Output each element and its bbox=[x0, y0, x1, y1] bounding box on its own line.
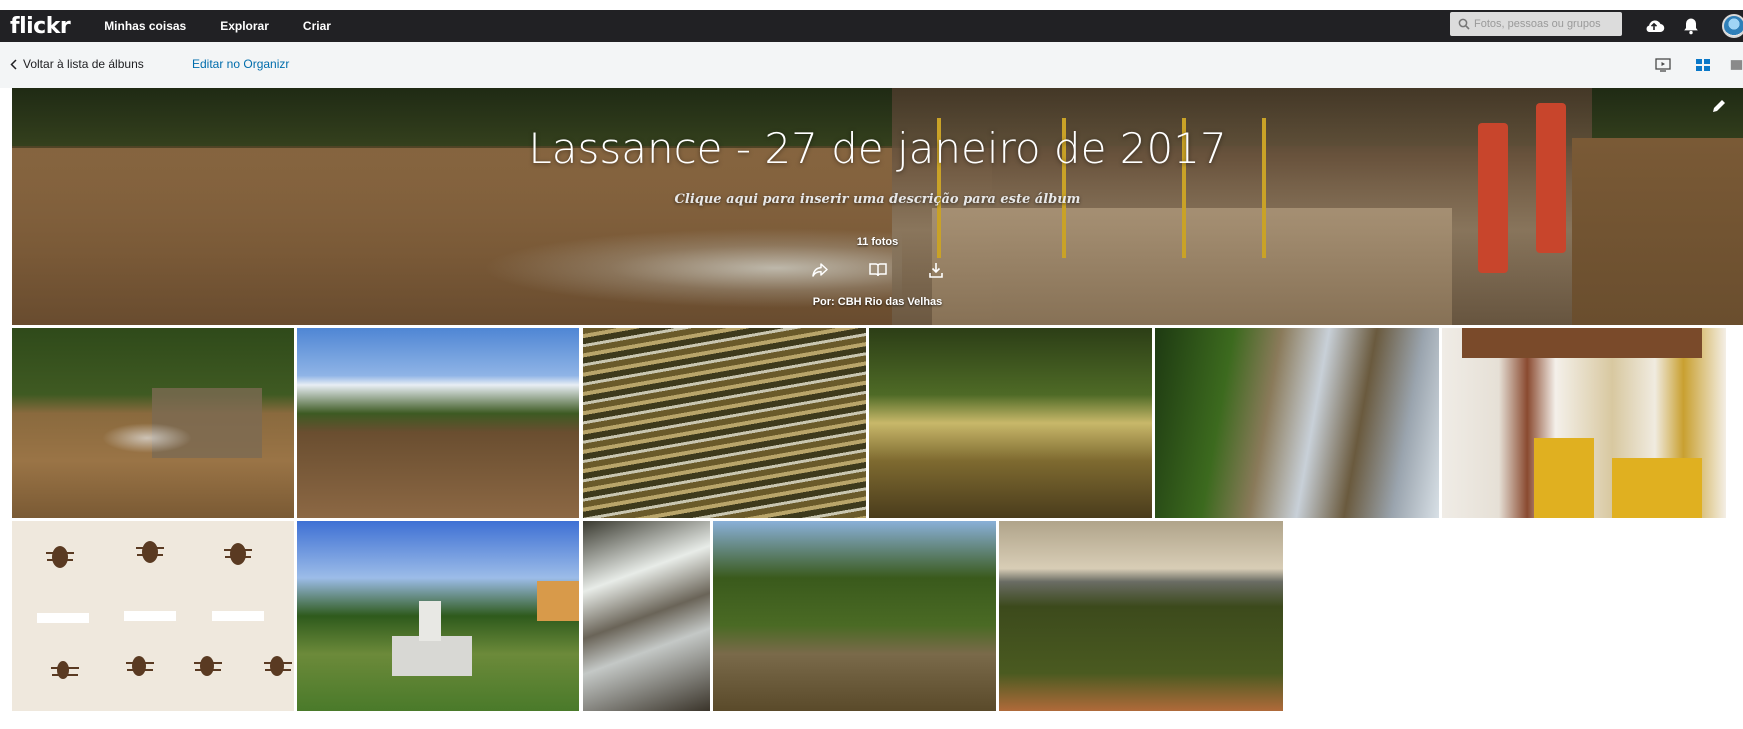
photo-rapids[interactable] bbox=[583, 521, 710, 711]
avatar[interactable] bbox=[1722, 14, 1743, 38]
nav-explore[interactable]: Explorar bbox=[220, 19, 269, 33]
back-label: Voltar à lista de álbuns bbox=[23, 57, 144, 71]
photo-forest-stream[interactable] bbox=[869, 328, 1152, 518]
photo-insect-specimens[interactable] bbox=[12, 521, 294, 711]
download-icon[interactable] bbox=[925, 260, 947, 280]
photo-museum-gallery[interactable] bbox=[1442, 328, 1726, 518]
album-actions bbox=[12, 260, 1743, 280]
cloud-upload-icon[interactable] bbox=[1643, 15, 1665, 37]
top-nav: flickr Minhas coisas Explorar Criar bbox=[0, 10, 1743, 42]
slideshow-icon[interactable] bbox=[1654, 56, 1672, 74]
byline-prefix: Por: bbox=[812, 296, 838, 308]
chevron-left-icon bbox=[10, 58, 17, 70]
nav-create[interactable]: Criar bbox=[303, 19, 331, 33]
photo-count: 11 fotos bbox=[856, 236, 899, 248]
album-title[interactable]: Lassance - 27 de janeiro de 2017 bbox=[12, 124, 1743, 173]
flickr-logo[interactable]: flickr bbox=[10, 14, 71, 39]
grid-icon[interactable] bbox=[1694, 56, 1712, 74]
nav-my-stuff[interactable]: Minhas coisas bbox=[104, 19, 186, 33]
search-icon bbox=[1458, 18, 1470, 30]
photo-river-blue-sky[interactable] bbox=[297, 328, 579, 518]
owner-link[interactable]: CBH Rio das Velhas bbox=[838, 296, 943, 308]
photo-waterfall[interactable] bbox=[1155, 328, 1439, 518]
search-box[interactable] bbox=[1450, 12, 1622, 36]
back-to-albums-link[interactable]: Voltar à lista de álbuns bbox=[10, 57, 144, 71]
photo-water-reflections[interactable] bbox=[583, 328, 866, 518]
share-icon[interactable] bbox=[809, 260, 831, 280]
list-view-icon[interactable] bbox=[1730, 56, 1743, 74]
album-toolbar: Voltar à lista de álbuns Editar no Organ… bbox=[0, 42, 1743, 88]
photo-calm-river[interactable] bbox=[713, 521, 996, 711]
album-byline: Por: CBH Rio das Velhas bbox=[12, 296, 1743, 308]
album-cover: Lassance - 27 de janeiro de 2017 Clique … bbox=[12, 88, 1743, 325]
bell-icon[interactable] bbox=[1680, 15, 1702, 37]
photo-statue-garden[interactable] bbox=[297, 521, 579, 711]
book-icon[interactable] bbox=[867, 260, 889, 280]
search-input[interactable] bbox=[1474, 18, 1619, 30]
album-description[interactable]: Clique aqui para inserir uma descrição p… bbox=[12, 192, 1743, 207]
edit-in-organizr-link[interactable]: Editar no Organizr bbox=[192, 57, 289, 71]
photo-cerrado-landscape[interactable] bbox=[999, 521, 1283, 711]
photo-ferry-crossing[interactable] bbox=[12, 328, 294, 518]
pencil-icon[interactable] bbox=[1709, 96, 1729, 116]
